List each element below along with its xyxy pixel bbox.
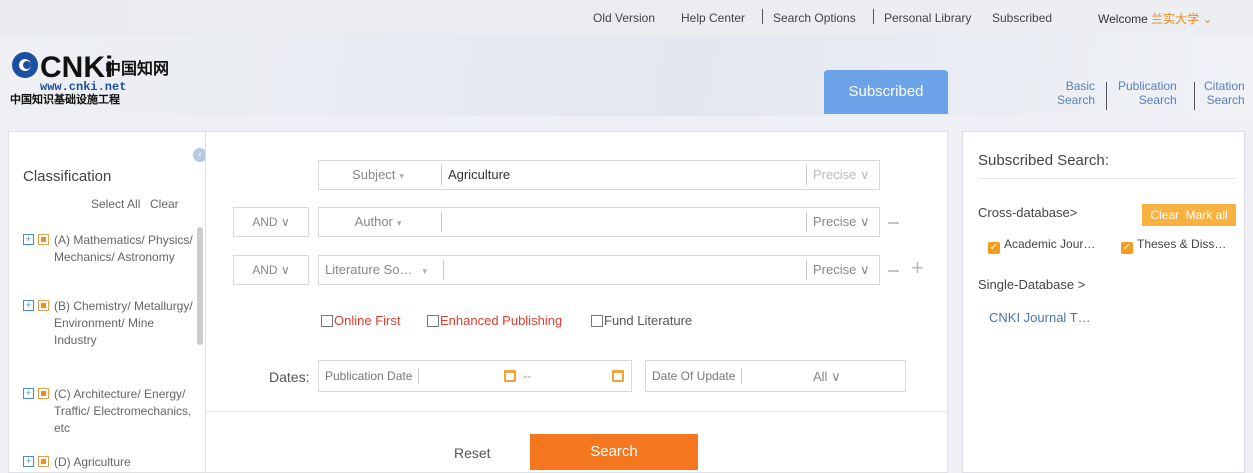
top-bar: Old Version Help Center Search Options P…	[0, 0, 1253, 36]
logo-subtitle: 中国知识基础设施工程	[10, 92, 120, 106]
cnki-journal-link[interactable]: CNKI Journal T…	[989, 310, 1091, 325]
old-version-link[interactable]: Old Version	[593, 11, 655, 25]
calendar-icon[interactable]	[504, 370, 516, 382]
divider	[205, 411, 948, 412]
field-select-author[interactable]: Author ▾	[319, 208, 437, 236]
tree-item-b[interactable]: + (B) Chemistry/ Metallurgy/ Environment…	[23, 298, 193, 349]
single-database-link[interactable]: Single-Database >	[978, 277, 1085, 292]
tree-item-d[interactable]: + (D) Agriculture	[23, 454, 193, 471]
username[interactable]: 兰实大学	[1151, 12, 1199, 26]
help-center-link[interactable]: Help Center	[681, 11, 745, 25]
search-row-author: Author ▾ Precise ∨	[318, 207, 880, 237]
match-select[interactable]: Precise ∨	[806, 260, 878, 280]
category-checkbox[interactable]	[38, 456, 49, 467]
enhanced-publishing-option[interactable]: Enhanced Publishing	[427, 313, 562, 328]
online-first-option[interactable]: Online First	[321, 313, 400, 328]
calendar-icon[interactable]	[612, 370, 624, 382]
tree-item-c[interactable]: + (C) Architecture/ Energy/ Traffic/ Ele…	[23, 386, 193, 437]
basic-search-link[interactable]: Basic Search	[1057, 79, 1095, 107]
reset-button[interactable]: Reset	[454, 445, 491, 461]
divider	[1194, 82, 1195, 110]
tab-subscribed[interactable]: Subscribed	[824, 70, 948, 114]
divider	[762, 9, 763, 24]
author-input[interactable]	[441, 212, 801, 232]
fund-literature-option[interactable]: Fund Literature	[591, 313, 692, 328]
divider	[978, 178, 1236, 179]
classification-title: Classification	[23, 168, 112, 185]
date-of-update-label: Date Of Update	[652, 368, 743, 384]
checkmark-icon[interactable]: ✓	[988, 242, 1000, 254]
logic-select[interactable]: AND ∨	[233, 207, 309, 237]
classification-panel: ‹ Classification Select All Clear + (A) …	[8, 131, 205, 473]
database-checkbox-academic-journals[interactable]: ✓ Academic Jour…	[988, 237, 1095, 254]
publication-search-link[interactable]: Publication Search	[1118, 79, 1177, 107]
search-button[interactable]: Search	[530, 434, 698, 470]
clear-button[interactable]: Clear	[1150, 208, 1179, 222]
personal-library-link[interactable]: Personal Library	[884, 11, 971, 25]
mark-all-button[interactable]: Mark all	[1186, 208, 1228, 222]
search-row-literature-source: Literature So… ▾ Precise ∨	[318, 255, 880, 285]
search-options-link[interactable]: Search Options	[773, 11, 856, 25]
field-select-subject[interactable]: Subject ▾	[319, 161, 437, 189]
field-select-source[interactable]: Literature So… ▾	[319, 256, 441, 284]
checkbox[interactable]	[427, 315, 439, 327]
subscribed-search-panel	[962, 131, 1245, 473]
database-checkbox-theses[interactable]: ✓ Theses & Diss…	[1121, 237, 1226, 254]
logo-chinese: 中国知网	[105, 59, 169, 78]
checkbox[interactable]	[591, 315, 603, 327]
collapse-icon[interactable]: ‹	[193, 148, 205, 162]
expand-icon[interactable]: +	[23, 234, 34, 245]
chevron-down-icon[interactable]: ⌄	[1203, 12, 1213, 26]
divider	[1106, 82, 1107, 110]
update-range-select[interactable]: All ∨	[813, 369, 841, 385]
checkmark-icon[interactable]: ✓	[1121, 242, 1133, 254]
publication-date-range[interactable]: Publication Date --	[318, 360, 632, 392]
source-input[interactable]	[443, 260, 801, 280]
category-checkbox[interactable]	[38, 234, 49, 245]
search-row-subject: Subject ▾ Agriculture Precise ∨	[318, 160, 880, 190]
update-date-select[interactable]: Date Of Update All ∨	[645, 360, 906, 392]
keyword-input[interactable]: Agriculture	[441, 165, 801, 185]
welcome-user[interactable]: Welcome 兰实大学 ⌄	[1098, 10, 1213, 27]
publication-date-label: Publication Date	[325, 368, 420, 384]
logo-url: www.cnki.net	[40, 80, 126, 94]
clear-mark-all-button[interactable]: Clear Mark all	[1142, 204, 1236, 226]
date-separator: --	[523, 369, 531, 383]
expand-icon[interactable]: +	[23, 300, 34, 311]
add-row-icon[interactable]: +	[911, 257, 924, 279]
remove-row-icon[interactable]	[888, 270, 899, 272]
welcome-text: Welcome	[1098, 12, 1148, 26]
expand-icon[interactable]: +	[23, 388, 34, 399]
select-all-link[interactable]: Select All	[91, 197, 140, 211]
checkbox[interactable]	[321, 315, 333, 327]
remove-row-icon[interactable]	[888, 222, 899, 224]
match-select[interactable]: Precise ∨	[806, 212, 878, 232]
header: CNKi 中国知网 www.cnki.net 中国知识基础设施工程 Subscr…	[0, 36, 1253, 116]
match-select[interactable]: Precise ∨	[806, 165, 878, 185]
scrollbar[interactable]	[197, 227, 203, 345]
dates-label: Dates:	[269, 369, 310, 385]
citation-search-link[interactable]: Citation Search	[1204, 79, 1245, 107]
tree-item-a[interactable]: + (A) Mathematics/ Physics/ Mechanics/ A…	[23, 232, 193, 266]
cross-database-link[interactable]: Cross-database>	[978, 205, 1077, 220]
logic-select[interactable]: AND ∨	[233, 255, 309, 285]
subscribed-link[interactable]: Subscribed	[992, 11, 1052, 25]
divider	[873, 9, 874, 24]
category-checkbox[interactable]	[38, 300, 49, 311]
subscribed-search-title: Subscribed Search:	[978, 152, 1109, 169]
category-checkbox[interactable]	[38, 388, 49, 399]
clear-link[interactable]: Clear	[150, 197, 179, 211]
cnki-logo[interactable]: CNKi 中国知网 www.cnki.net 中国知识基础设施工程	[10, 48, 175, 106]
expand-icon[interactable]: +	[23, 456, 34, 467]
